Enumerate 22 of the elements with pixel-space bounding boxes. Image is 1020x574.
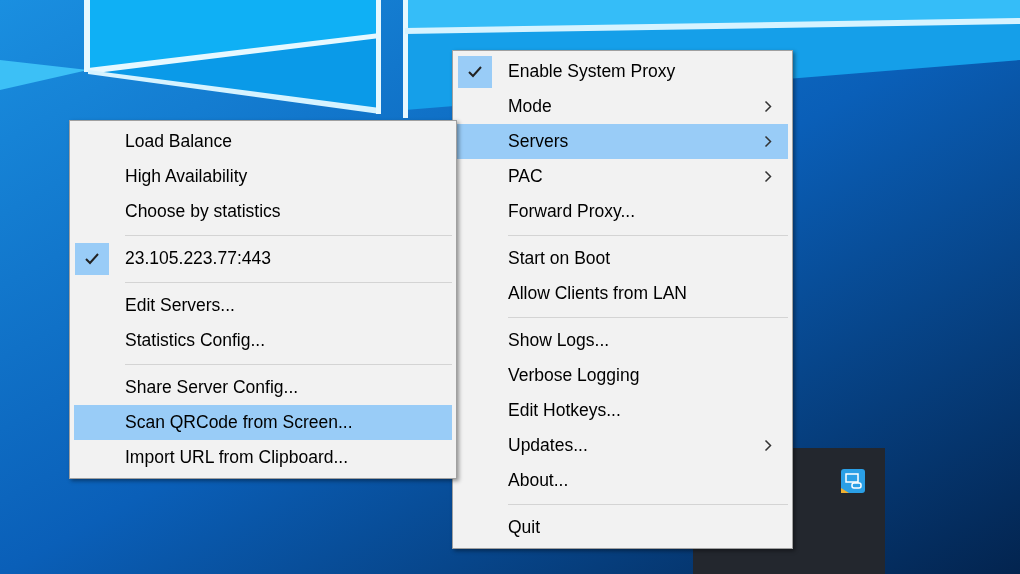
menu-item[interactable]: Verbose Logging <box>457 358 788 393</box>
menu-item[interactable]: High Availability <box>74 159 452 194</box>
menu-item[interactable]: Updates... <box>457 428 788 463</box>
menu-item[interactable]: Scan QRCode from Screen... <box>74 405 452 440</box>
menu-item[interactable]: Allow Clients from LAN <box>457 276 788 311</box>
menu-item[interactable]: Edit Servers... <box>74 288 452 323</box>
menu-item[interactable]: Statistics Config... <box>74 323 452 358</box>
menu-item[interactable]: Start on Boot <box>457 241 788 276</box>
menu-item[interactable]: Quit <box>457 510 788 545</box>
menu-item[interactable]: About... <box>457 463 788 498</box>
menu-item[interactable]: Share Server Config... <box>74 370 452 405</box>
menu-item[interactable]: Load Balance <box>74 124 452 159</box>
menu-item[interactable]: Choose by statistics <box>74 194 452 229</box>
app-icon[interactable] <box>840 468 866 494</box>
menu-item[interactable]: Show Logs... <box>457 323 788 358</box>
menu-item[interactable]: Mode <box>457 89 788 124</box>
menu-item[interactable]: 23.105.223.77:443 <box>74 241 452 276</box>
menu-item[interactable]: Forward Proxy... <box>457 194 788 229</box>
menu-item[interactable]: Servers <box>457 124 788 159</box>
menu-item[interactable]: PAC <box>457 159 788 194</box>
menu-item[interactable]: Import URL from Clipboard... <box>74 440 452 475</box>
menu-item[interactable]: Edit Hotkeys... <box>457 393 788 428</box>
